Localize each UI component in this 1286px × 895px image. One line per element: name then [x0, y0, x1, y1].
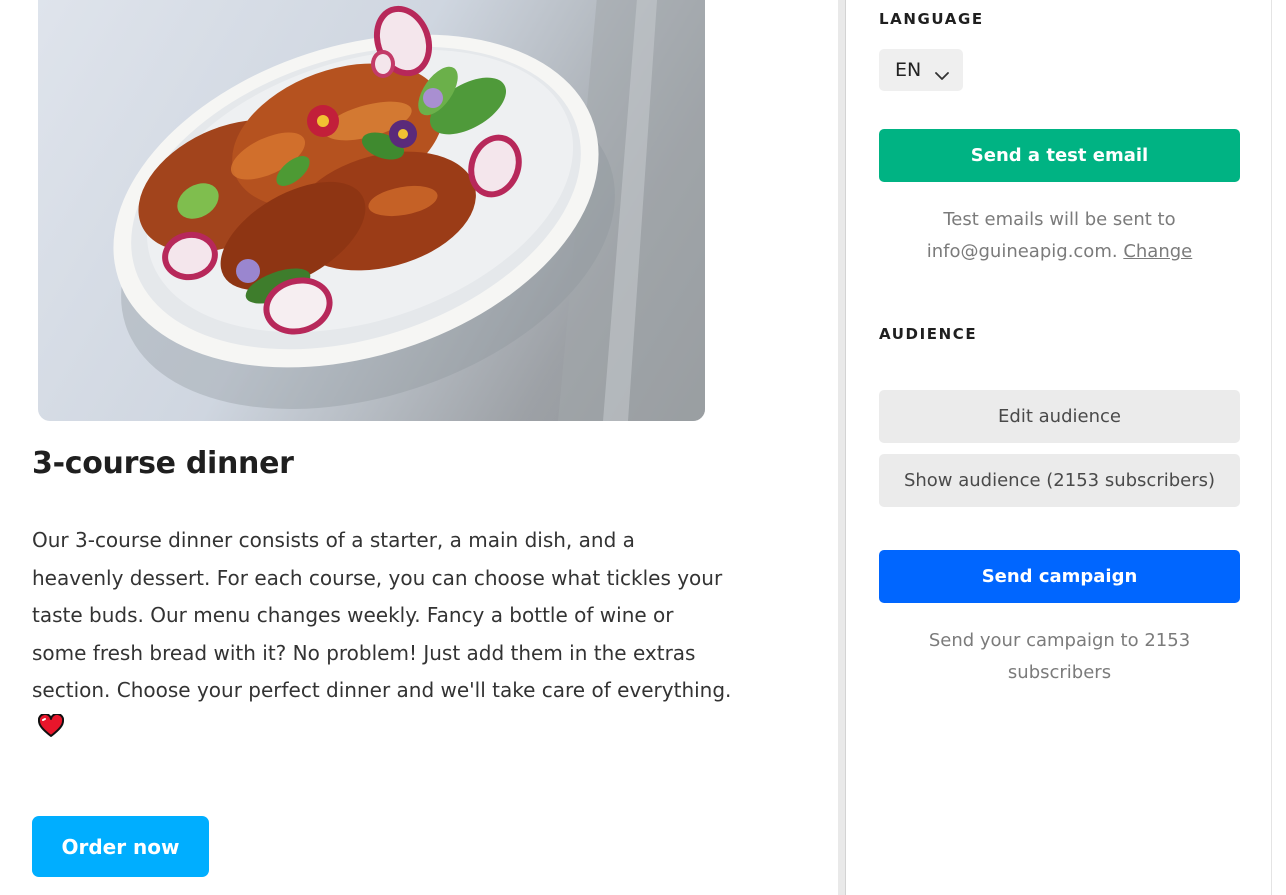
course-title: 3-course dinner: [32, 446, 294, 481]
test-email-info: Test emails will be sent to info@guineap…: [879, 204, 1240, 268]
food-image: [38, 0, 705, 421]
language-select[interactable]: EN: [879, 49, 963, 91]
language-heading: LANGUAGE: [879, 10, 984, 28]
food-image-graphic: [113, 0, 705, 421]
heart-icon: [37, 712, 65, 751]
panel-right-border: [1271, 0, 1272, 895]
campaign-settings-panel: LANGUAGE EN Send a test email Test email…: [846, 0, 1271, 895]
edit-audience-button[interactable]: Edit audience: [879, 390, 1240, 443]
course-description: Our 3-course dinner consists of a starte…: [32, 522, 732, 750]
course-description-text: Our 3-course dinner consists of a starte…: [32, 528, 732, 702]
send-campaign-button[interactable]: Send campaign: [879, 550, 1240, 603]
change-email-link[interactable]: Change: [1123, 241, 1192, 262]
test-email-info-prefix: Test emails will be sent to: [943, 209, 1176, 230]
chevron-down-icon: [935, 64, 949, 86]
panel-divider: [838, 0, 845, 895]
language-selected-value: EN: [895, 59, 922, 81]
test-email-address: info@guineapig.com.: [926, 241, 1118, 262]
show-audience-button[interactable]: Show audience (2153 subscribers): [879, 454, 1240, 507]
audience-heading: AUDIENCE: [879, 325, 978, 343]
email-preview: 3-course dinner Our 3-course dinner cons…: [0, 0, 838, 895]
order-now-button[interactable]: Order now: [32, 816, 209, 877]
send-test-email-button[interactable]: Send a test email: [879, 129, 1240, 182]
send-campaign-info: Send your campaign to 2153 subscribers: [928, 630, 1191, 683]
